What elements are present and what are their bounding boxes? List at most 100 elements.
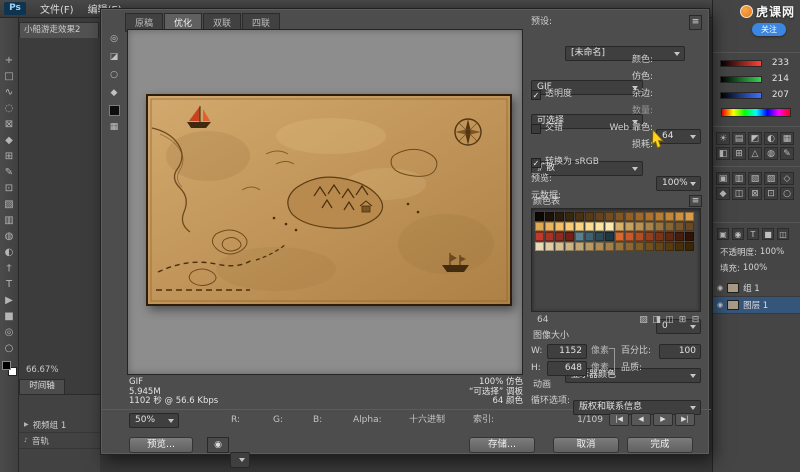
color-swatch[interactable] — [585, 232, 594, 241]
style-swatch-icon[interactable]: ⊡ — [764, 187, 778, 200]
curves-adjustment-icon[interactable]: ◩ — [748, 132, 762, 145]
delete-color-icon[interactable]: ⊟ — [689, 314, 702, 326]
hand-tool-icon[interactable]: ◎ — [2, 326, 17, 339]
filter-kind-shape-icon[interactable]: ■ — [762, 228, 774, 240]
transparency-checkbox-row[interactable]: ✓ 透明度 — [531, 87, 572, 102]
color-swatch[interactable] — [585, 222, 594, 231]
style-swatch-icon[interactable]: ▨ — [764, 172, 778, 185]
color-swatch[interactable] — [585, 212, 594, 221]
vibrance-adjustment-icon[interactable]: ▦ — [780, 132, 794, 145]
next-frame-button[interactable]: ▶ — [653, 413, 673, 426]
style-swatch-icon[interactable]: ◆ — [716, 187, 730, 200]
shape-tool-icon[interactable]: ■ — [2, 310, 17, 323]
blue-channel-slider[interactable] — [720, 92, 762, 99]
expand-caret-icon[interactable]: ▶ — [24, 421, 29, 428]
slice-select-tool-icon[interactable]: ◪ — [107, 51, 121, 64]
percent-input[interactable]: 100 — [659, 344, 701, 359]
optimized-preview-pane[interactable] — [127, 29, 523, 375]
filter-kind-smartobject-icon[interactable]: ◫ — [777, 228, 789, 240]
color-swatch[interactable] — [565, 222, 574, 231]
clone-stamp-tool-icon[interactable]: ⊡ — [2, 182, 17, 195]
marquee-tool-icon[interactable]: □ — [2, 70, 17, 83]
green-channel-slider[interactable] — [720, 76, 762, 83]
zoom-tool-icon[interactable]: ○ — [107, 69, 121, 82]
foreground-color-swatch[interactable] — [2, 361, 11, 370]
color-swatch[interactable] — [555, 242, 564, 251]
color-swatch[interactable] — [565, 242, 574, 251]
dither-select[interactable]: 100% — [656, 176, 701, 191]
interlaced-checkbox[interactable] — [531, 124, 541, 134]
color-swatch[interactable] — [535, 212, 544, 221]
color-swatch[interactable] — [675, 222, 684, 231]
levels-adjustment-icon[interactable]: ▤ — [732, 132, 746, 145]
color-swatch[interactable] — [625, 222, 634, 231]
color-swatch[interactable] — [645, 242, 654, 251]
cancel-button[interactable]: 取消 — [553, 437, 619, 453]
dodge-tool-icon[interactable]: ◐ — [2, 246, 17, 259]
color-swatch[interactable] — [605, 242, 614, 251]
blue-slider-row[interactable]: 207 — [720, 90, 789, 100]
timeline-audio-track-row[interactable]: ♪ 音轨 — [19, 433, 100, 449]
color-swatch[interactable] — [635, 242, 644, 251]
color-swatch[interactable] — [675, 212, 684, 221]
color-swatch[interactable] — [665, 212, 674, 221]
color-swatch[interactable] — [685, 232, 694, 241]
transparency-checkbox[interactable]: ✓ — [531, 90, 541, 100]
first-frame-button[interactable]: |◀ — [609, 413, 629, 426]
color-swatch[interactable] — [575, 232, 584, 241]
style-swatch-icon[interactable]: ○ — [780, 187, 794, 200]
style-swatch-icon[interactable]: ◇ — [780, 172, 794, 185]
color-swatch[interactable] — [655, 222, 664, 231]
color-swatch[interactable] — [665, 232, 674, 241]
opacity-row[interactable]: 不透明度: 100% — [720, 246, 784, 258]
color-swatch[interactable] — [655, 242, 664, 251]
last-frame-button[interactable]: ▶| — [675, 413, 695, 426]
color-swatch[interactable] — [625, 232, 634, 241]
save-button[interactable]: 存储... — [469, 437, 535, 453]
color-swatch[interactable] — [615, 232, 624, 241]
hue-saturation-adjustment-icon[interactable]: ◧ — [716, 147, 730, 160]
color-table-menu-button[interactable]: ≡ — [689, 195, 702, 207]
color-swatch[interactable] — [535, 242, 544, 251]
color-swatch[interactable] — [545, 212, 554, 221]
photo-filter-adjustment-icon[interactable]: ◍ — [764, 147, 778, 160]
srgb-checkbox-row[interactable]: ✓ 转换为 sRGB — [531, 155, 599, 170]
color-swatch[interactable] — [655, 212, 664, 221]
color-swatch[interactable] — [555, 222, 564, 231]
style-swatch-icon[interactable]: ▥ — [732, 172, 746, 185]
color-swatch[interactable] — [685, 242, 694, 251]
color-swatch[interactable] — [565, 212, 574, 221]
color-swatch[interactable] — [615, 222, 624, 231]
color-swatch[interactable] — [595, 212, 604, 221]
color-swatch[interactable] — [615, 212, 624, 221]
color-swatch[interactable] — [645, 212, 654, 221]
height-input[interactable]: 648 — [547, 361, 587, 376]
channel-mixer-adjustment-icon[interactable]: ✎ — [780, 147, 794, 160]
filter-kind-pixel-icon[interactable]: ▣ — [717, 228, 729, 240]
layer-row-group[interactable]: ◉ 组 1 — [713, 280, 800, 297]
color-swatch[interactable] — [655, 232, 664, 241]
srgb-checkbox[interactable]: ✓ — [531, 158, 541, 168]
type-tool-icon[interactable]: T — [2, 278, 17, 291]
document-zoom-level[interactable]: 66.67% — [26, 365, 58, 375]
pen-tool-icon[interactable]: † — [2, 262, 17, 275]
width-input[interactable]: 1152 — [547, 344, 587, 359]
color-swatch[interactable] — [635, 232, 644, 241]
browser-preview-icon[interactable]: ◉ — [207, 437, 229, 453]
color-swatch[interactable] — [665, 242, 674, 251]
color-swatch[interactable] — [635, 212, 644, 221]
color-swatch[interactable] — [605, 222, 614, 231]
layer-row-selected[interactable]: ◉ 图层 1 — [713, 297, 800, 314]
color-swatch[interactable] — [545, 232, 554, 241]
color-swatch[interactable] — [685, 212, 694, 221]
color-balance-adjustment-icon[interactable]: ⊞ — [732, 147, 746, 160]
brush-tool-icon[interactable]: ✎ — [2, 166, 17, 179]
crop-tool-icon[interactable]: ⊠ — [2, 118, 17, 131]
color-swatch[interactable] — [645, 232, 654, 241]
color-swatch[interactable] — [665, 222, 674, 231]
filter-kind-type-icon[interactable]: T — [747, 228, 759, 240]
color-swatch[interactable] — [555, 232, 564, 241]
color-swatch[interactable] — [575, 242, 584, 251]
constrain-proportions-link-icon[interactable] — [609, 348, 615, 374]
document-tab[interactable]: 小船游走效果2 — [19, 22, 99, 38]
